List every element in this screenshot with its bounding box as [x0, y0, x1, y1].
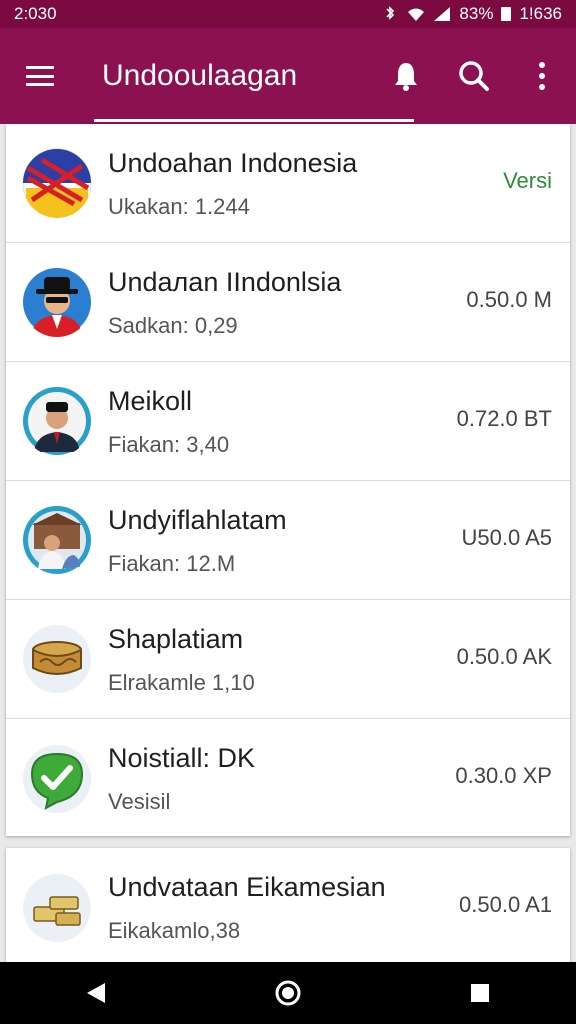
status-bar: 2:030 83% 1!636: [0, 0, 576, 28]
more-vert-icon: [539, 62, 545, 90]
item-meta: 0.50.0 A1: [459, 892, 552, 917]
status-time: 2:030: [14, 4, 57, 23]
app-list: Undoahan Indonesia Ukakan: 1.244 Versi U…: [6, 124, 570, 836]
search-icon: [459, 61, 489, 91]
man-hat-avatar-icon: [22, 267, 92, 337]
list-item[interactable]: Shaplatiam Elrakamle 1,10 0.50.0 AK: [6, 600, 570, 719]
back-button[interactable]: [66, 962, 126, 1024]
notification-button[interactable]: [372, 28, 440, 124]
item-title: Noistiall: DK: [108, 743, 256, 773]
menu-icon: [26, 66, 54, 86]
home-icon: [275, 980, 301, 1006]
item-title: Undyiflahlatam: [108, 505, 287, 535]
battery-icon: [501, 7, 512, 21]
item-subtitle: Sadkan: 0,29: [108, 313, 238, 338]
item-title: Undaлan IIndonlsia: [108, 267, 342, 297]
app-list-more: Undvataan Eikamesian Eikakamlo,38 0.50.0…: [6, 848, 570, 966]
app-title: Undooulaagan: [102, 59, 298, 92]
status-icons: 83% 1!636: [381, 4, 562, 24]
search-button[interactable]: [440, 28, 508, 124]
flag-icon: [22, 148, 92, 218]
more-options-button[interactable]: [508, 28, 576, 124]
item-title: Undvataan Eikamesian: [108, 872, 386, 902]
list-item[interactable]: Undoahan Indonesia Ukakan: 1.244 Versi: [6, 124, 570, 243]
item-meta: 0.30.0 XP: [455, 763, 552, 788]
group-photo-icon: [22, 505, 92, 575]
coins-icon: [22, 873, 92, 943]
system-nav-bar: [0, 962, 576, 1024]
signal-icon: [434, 7, 451, 21]
item-title: Meikoll: [108, 386, 193, 416]
list-item[interactable]: Undaлan IIndonlsia Sadkan: 0,29 0.50.0 M: [6, 243, 570, 362]
recents-button[interactable]: [450, 962, 510, 1024]
item-subtitle: Elrakamle 1,10: [108, 670, 255, 695]
item-meta: 0.50.0 AK: [456, 644, 552, 669]
bluetooth-icon: [386, 6, 395, 20]
item-subtitle: Fiakan: 3,40: [108, 432, 230, 457]
wifi-icon: [408, 8, 425, 21]
bell-icon: [395, 63, 417, 91]
app-bar: Undooulaagan: [0, 28, 576, 124]
item-meta: U50.0 A5: [461, 525, 552, 550]
item-meta: Versi: [503, 168, 552, 193]
item-meta: 0.72.0 BT: [456, 406, 552, 431]
drum-icon: [22, 624, 92, 694]
item-title: Shaplatiam: [108, 624, 244, 654]
item-subtitle: Ukakan: 1.244: [108, 194, 250, 219]
item-meta: 0.50.0 M: [466, 287, 552, 312]
battery-percent: 83%: [459, 4, 494, 23]
item-subtitle: Fiakan: 12.M: [108, 551, 236, 576]
status-clock: 1!636: [519, 4, 562, 23]
man-suit-avatar-icon: [22, 386, 92, 456]
home-button[interactable]: [258, 962, 318, 1024]
recents-icon: [471, 984, 489, 1002]
active-tab-indicator: [94, 119, 414, 122]
menu-button[interactable]: [0, 28, 80, 124]
item-subtitle: Vesisil: [108, 789, 171, 814]
list-item[interactable]: Undvataan Eikamesian Eikakamlo,38 0.50.0…: [6, 848, 570, 967]
check-shield-icon: [22, 744, 92, 814]
list-item[interactable]: Undyiflahlatam Fiakan: 12.M U50.0 A5: [6, 481, 570, 600]
item-subtitle: Eikakamlo,38: [108, 918, 241, 943]
back-icon: [87, 983, 105, 1003]
list-item[interactable]: Noistiall: DK Vesisil 0.30.0 XP: [6, 719, 570, 838]
list-item[interactable]: Meikoll Fiakan: 3,40 0.72.0 BT: [6, 362, 570, 481]
item-title: Undoahan Indonesia: [108, 148, 358, 178]
